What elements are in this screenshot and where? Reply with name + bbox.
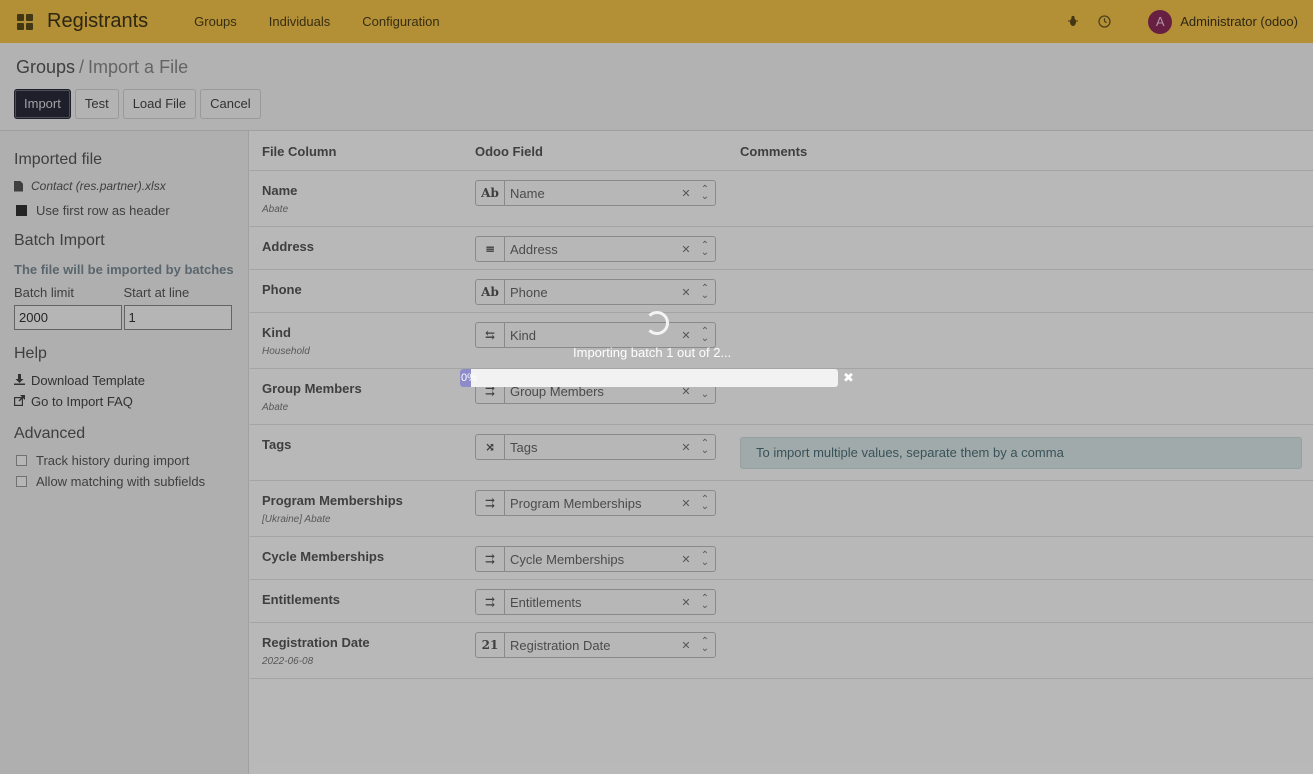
loading-message: Importing batch 1 out of 2...	[573, 345, 732, 360]
loading-spinner-icon	[645, 311, 669, 335]
import-progress-bar: 0%	[460, 369, 838, 387]
progress-fill: 0%	[460, 369, 477, 387]
progress-label: 0%	[461, 372, 477, 384]
loading-overlay: Importing batch 1 out of 2... 0% ✖	[0, 0, 1313, 774]
cancel-import-icon[interactable]: ✖	[843, 370, 854, 386]
